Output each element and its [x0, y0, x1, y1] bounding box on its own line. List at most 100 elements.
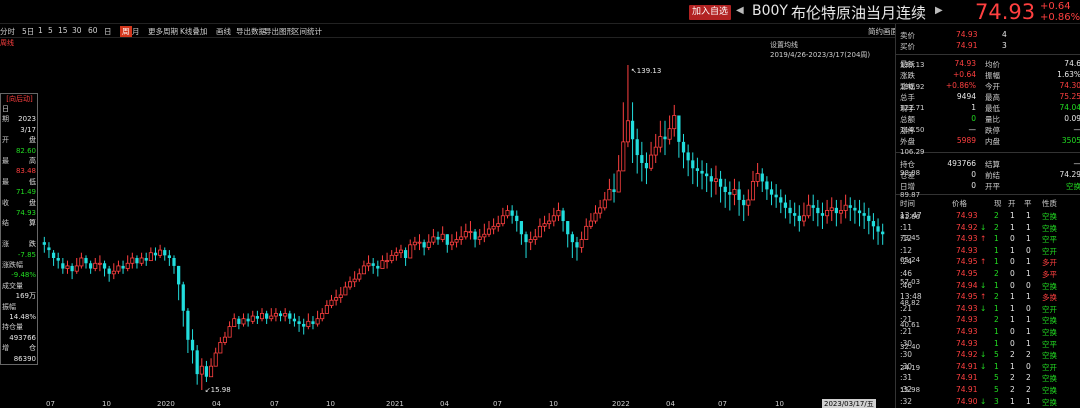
trade-close: 2 [1026, 385, 1031, 394]
candle [213, 347, 218, 367]
trade-price: 74.92 [956, 222, 978, 232]
candle [602, 192, 607, 211]
candle [209, 358, 214, 378]
position-label: 结算 [985, 160, 1000, 169]
info-value: -7.85 [17, 250, 36, 259]
trade-open: 1 [1010, 211, 1015, 220]
period-tab-0[interactable]: 分时 [0, 26, 15, 37]
candle [70, 263, 74, 280]
stat-value: — [968, 125, 977, 134]
candle [700, 160, 704, 190]
candle [783, 194, 788, 219]
trade-price: 74.93 [956, 338, 978, 348]
period-tab-10[interactable]: 更多周期 [148, 26, 178, 37]
trade-volume: 1 [994, 327, 999, 336]
period-tab-1[interactable]: 5日 [22, 26, 34, 37]
candle [612, 173, 616, 203]
trade-nature: 空换 [1042, 397, 1057, 407]
trade-close: 1 [1026, 396, 1031, 406]
period-tab-14[interactable]: 导出图形 [264, 26, 294, 37]
candle [834, 199, 838, 227]
info-panel-title[interactable]: [向后动] [1, 95, 38, 103]
candle [352, 271, 357, 288]
candle [477, 228, 482, 245]
trade-nature: 空换 [1042, 328, 1057, 337]
trades-header: 现 [994, 199, 1002, 208]
candle [486, 221, 491, 237]
candle [158, 244, 163, 258]
period-tab-9[interactable]: 月 [132, 26, 140, 37]
candle [186, 308, 190, 354]
stat-value: +0.86% [945, 81, 976, 90]
candle [713, 165, 718, 195]
candle [255, 310, 260, 324]
candle [436, 231, 440, 245]
period-tab-12[interactable]: 画线 [216, 26, 231, 37]
x-tick-label: 2020 [157, 400, 175, 408]
trade-open: 1 [1010, 292, 1015, 302]
candle [630, 102, 635, 163]
candle [449, 234, 454, 251]
sell-label: 卖价 [900, 31, 915, 40]
stat-label: 跌停 [985, 126, 1000, 135]
candle [93, 257, 98, 272]
candle [204, 360, 209, 383]
y-tick-label: 32.40 [900, 342, 921, 351]
info-value: 493766 [9, 333, 36, 342]
candle [417, 234, 422, 251]
x-tick-label: 07 [718, 400, 727, 408]
candle [42, 236, 46, 253]
candlestick-chart[interactable]: ↖139.13 ↙15.98 [0, 58, 895, 398]
candle [801, 202, 806, 227]
add-watchlist-button[interactable]: 加入自选 [689, 5, 731, 20]
candle [181, 281, 185, 327]
candle [515, 210, 519, 232]
period-tab-15[interactable]: 区间统计 [292, 26, 322, 37]
candle [579, 231, 584, 253]
x-tick-label: 2021 [386, 400, 404, 408]
candle [241, 313, 246, 327]
y-tick-label: 81.66 [900, 212, 921, 221]
trade-nature: 空开 [1042, 246, 1057, 256]
position-value: 493766 [947, 159, 976, 168]
ma-settings-link[interactable]: 设置均线 [770, 40, 798, 50]
low-annotation: ↙15.98 [205, 386, 231, 394]
candle [677, 115, 681, 158]
info-label: 涨跌幅 [2, 261, 23, 269]
trade-open: 0 [1010, 257, 1015, 267]
trade-price: 74.95 [956, 269, 978, 278]
period-tab-6[interactable]: 60 [88, 26, 98, 35]
candle [820, 202, 825, 229]
period-tab-8[interactable]: 周 [120, 26, 132, 37]
trade-volume: 1 [994, 234, 999, 244]
period-tab-5[interactable]: 30 [72, 26, 82, 35]
period-tab-13[interactable]: 导出数据 [236, 26, 266, 37]
candle [61, 257, 65, 274]
period-tab-4[interactable]: 15 [58, 26, 68, 35]
stat-label: 内盘 [985, 137, 1000, 146]
prev-arrow-icon[interactable]: ◀ [736, 5, 744, 16]
period-tab-7[interactable]: 日 [104, 26, 112, 37]
candle [376, 260, 380, 277]
candle [190, 329, 195, 364]
stat-label: 今开 [985, 82, 1000, 91]
trade-close: 1 [1026, 211, 1031, 220]
candle [172, 255, 176, 274]
candle [838, 199, 844, 224]
info-value: 74.93 [15, 209, 36, 217]
trade-price: 74.93 [956, 245, 978, 255]
candle [746, 189, 751, 216]
period-tab-3[interactable]: 5 [48, 26, 53, 35]
simple-view-button[interactable]: 简约画面 [868, 26, 898, 37]
period-tab-2[interactable]: 1 [38, 26, 43, 35]
candle [389, 250, 394, 264]
period-tab-11[interactable]: K线叠加 [180, 26, 207, 37]
candle [102, 260, 107, 277]
sell-price: 74.93 [956, 30, 978, 39]
trades-header: 价格 [952, 199, 967, 208]
next-arrow-icon[interactable]: ▶ [935, 5, 943, 16]
candle [398, 244, 403, 258]
trade-price: 74.91 [956, 361, 978, 371]
trade-close: 2 [1026, 350, 1031, 360]
candle [84, 255, 88, 269]
